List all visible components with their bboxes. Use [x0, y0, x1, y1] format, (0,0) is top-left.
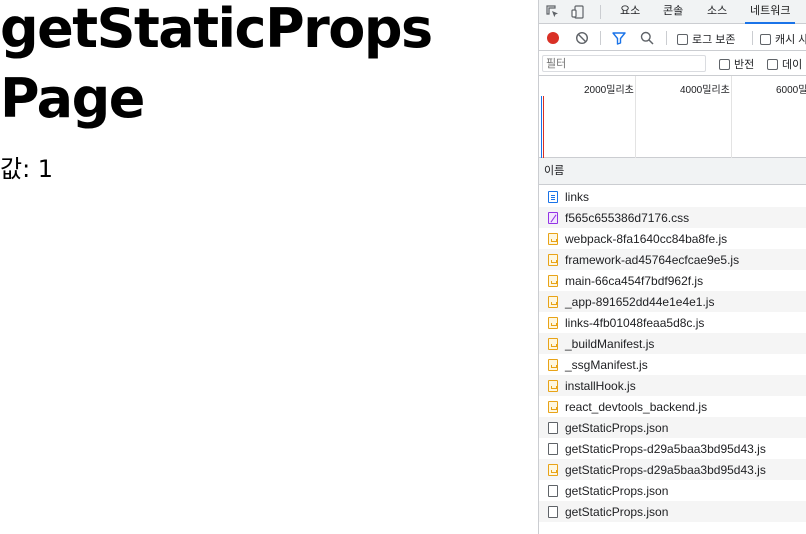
- request-name: getStaticProps.json: [565, 504, 669, 519]
- doc-file-icon: [548, 190, 558, 203]
- json-file-icon: [548, 484, 558, 497]
- js-file-icon: [548, 400, 558, 413]
- request-row[interactable]: getStaticProps-d29a5baa3bd95d43.js: [539, 438, 806, 459]
- request-row[interactable]: react_devtools_backend.js: [539, 396, 806, 417]
- request-name: getStaticProps-d29a5baa3bd95d43.js: [565, 441, 766, 456]
- disable-cache-box[interactable]: [760, 33, 771, 45]
- data-url-box[interactable]: [767, 58, 778, 70]
- request-row[interactable]: links: [539, 186, 806, 207]
- toolbar-divider: [600, 31, 601, 45]
- toolbar-divider-2: [666, 31, 667, 45]
- filter-icon[interactable]: [611, 30, 627, 46]
- invert-label: 반전: [734, 59, 755, 71]
- record-icon[interactable]: [545, 30, 561, 46]
- request-name: f565c655386d7176.css: [565, 210, 690, 225]
- css-file-icon: [548, 211, 558, 224]
- js-file-icon: [548, 379, 558, 392]
- request-row[interactable]: getStaticProps.json: [539, 417, 806, 438]
- overview-tick-label: 6000밀: [776, 85, 806, 96]
- request-name: installHook.js: [565, 378, 636, 393]
- request-row[interactable]: framework-ad45764ecfcae9e5.js: [539, 249, 806, 270]
- overview-gridline: [635, 76, 636, 158]
- toolbar-divider-3: [752, 31, 753, 45]
- js-file-icon: [548, 232, 558, 245]
- invert-checkbox[interactable]: 반전: [719, 57, 754, 71]
- request-row[interactable]: getStaticProps.json: [539, 501, 806, 522]
- request-name: _buildManifest.js: [565, 336, 655, 351]
- request-name: framework-ad45764ecfcae9e5.js: [565, 252, 740, 267]
- request-row[interactable]: webpack-8fa1640cc84ba8fe.js: [539, 228, 806, 249]
- js-file-icon: [548, 463, 558, 476]
- clear-icon[interactable]: [574, 30, 590, 46]
- preserve-log-label: 로그 보존: [692, 34, 736, 46]
- tab-sources[interactable]: 소스: [707, 0, 727, 24]
- disable-cache-label: 캐시 사: [775, 34, 806, 46]
- request-row[interactable]: installHook.js: [539, 375, 806, 396]
- page-title: getStaticProps Page: [0, 0, 433, 130]
- js-file-icon: [548, 337, 558, 350]
- request-row[interactable]: links-4fb01048feaa5d8c.js: [539, 312, 806, 333]
- request-name: react_devtools_backend.js: [565, 399, 708, 414]
- disable-cache-checkbox[interactable]: 캐시 사: [760, 32, 806, 46]
- preserve-log-box[interactable]: [677, 33, 688, 45]
- preserve-log-checkbox[interactable]: 로그 보존: [677, 32, 736, 46]
- overview-load-line: [543, 96, 544, 158]
- devtools-panel: 요소 콘솔 소스 네트워크 로그 보존 캐시 사 필터 반전 데이 2000밀리…: [538, 0, 806, 534]
- overview-gridline: [731, 76, 732, 158]
- column-header-name[interactable]: 이름: [539, 158, 806, 185]
- invert-box[interactable]: [719, 58, 730, 70]
- request-name: getStaticProps.json: [565, 420, 669, 435]
- js-file-icon: [548, 358, 558, 371]
- request-row[interactable]: f565c655386d7176.css: [539, 207, 806, 228]
- tab-console[interactable]: 콘솔: [663, 0, 683, 24]
- json-file-icon: [548, 421, 558, 434]
- request-name: _ssgManifest.js: [565, 357, 648, 372]
- devtools-tabbar: 요소 콘솔 소스 네트워크: [539, 0, 806, 24]
- request-row[interactable]: getStaticProps-d29a5baa3bd95d43.js: [539, 459, 806, 480]
- request-name: webpack-8fa1640cc84ba8fe.js: [565, 231, 728, 246]
- page-value: 값: 1: [0, 155, 54, 183]
- overview-tick-label: 4000밀리초: [680, 85, 730, 96]
- overview-dom-line: [541, 96, 542, 158]
- tabbar-divider: [600, 5, 601, 19]
- request-list: links f565c655386d7176.css webpack-8fa1640…: [539, 186, 806, 522]
- request-name: links-4fb01048feaa5d8c.js: [565, 315, 705, 330]
- json-file-icon: [548, 442, 558, 455]
- request-row[interactable]: _ssgManifest.js: [539, 354, 806, 375]
- request-row[interactable]: _buildManifest.js: [539, 333, 806, 354]
- request-name: links: [565, 189, 590, 204]
- tab-elements[interactable]: 요소: [620, 0, 640, 24]
- network-filterbar: 반전 데이: [539, 52, 806, 76]
- js-file-icon: [548, 274, 558, 287]
- device-toolbar-icon[interactable]: [570, 4, 586, 20]
- json-file-icon: [548, 505, 558, 518]
- request-name: _app-891652dd44e1e4e1.js: [565, 294, 715, 309]
- page-viewport: getStaticProps Page 값: 1: [0, 0, 538, 534]
- network-toolbar: 로그 보존 캐시 사: [539, 25, 806, 51]
- request-row[interactable]: main-66ca454f7bdf962f.js: [539, 270, 806, 291]
- inspect-element-icon[interactable]: [545, 4, 561, 20]
- data-url-label: 데이: [782, 59, 803, 71]
- js-file-icon: [548, 316, 558, 329]
- search-icon[interactable]: [639, 30, 655, 46]
- filter-input[interactable]: [542, 55, 706, 72]
- js-file-icon: [548, 295, 558, 308]
- tab-network[interactable]: 네트워크: [745, 0, 796, 24]
- request-name: getStaticProps-d29a5baa3bd95d43.js: [565, 462, 766, 477]
- overview-tick-label: 2000밀리초: [584, 85, 634, 96]
- js-file-icon: [548, 253, 558, 266]
- network-overview[interactable]: 2000밀리초 4000밀리초 6000밀: [539, 76, 806, 158]
- request-row[interactable]: _app-891652dd44e1e4e1.js: [539, 291, 806, 312]
- request-row[interactable]: getStaticProps.json: [539, 480, 806, 501]
- data-url-checkbox[interactable]: 데이: [767, 57, 802, 71]
- request-name: main-66ca454f7bdf962f.js: [565, 273, 704, 288]
- request-name: getStaticProps.json: [565, 483, 669, 498]
